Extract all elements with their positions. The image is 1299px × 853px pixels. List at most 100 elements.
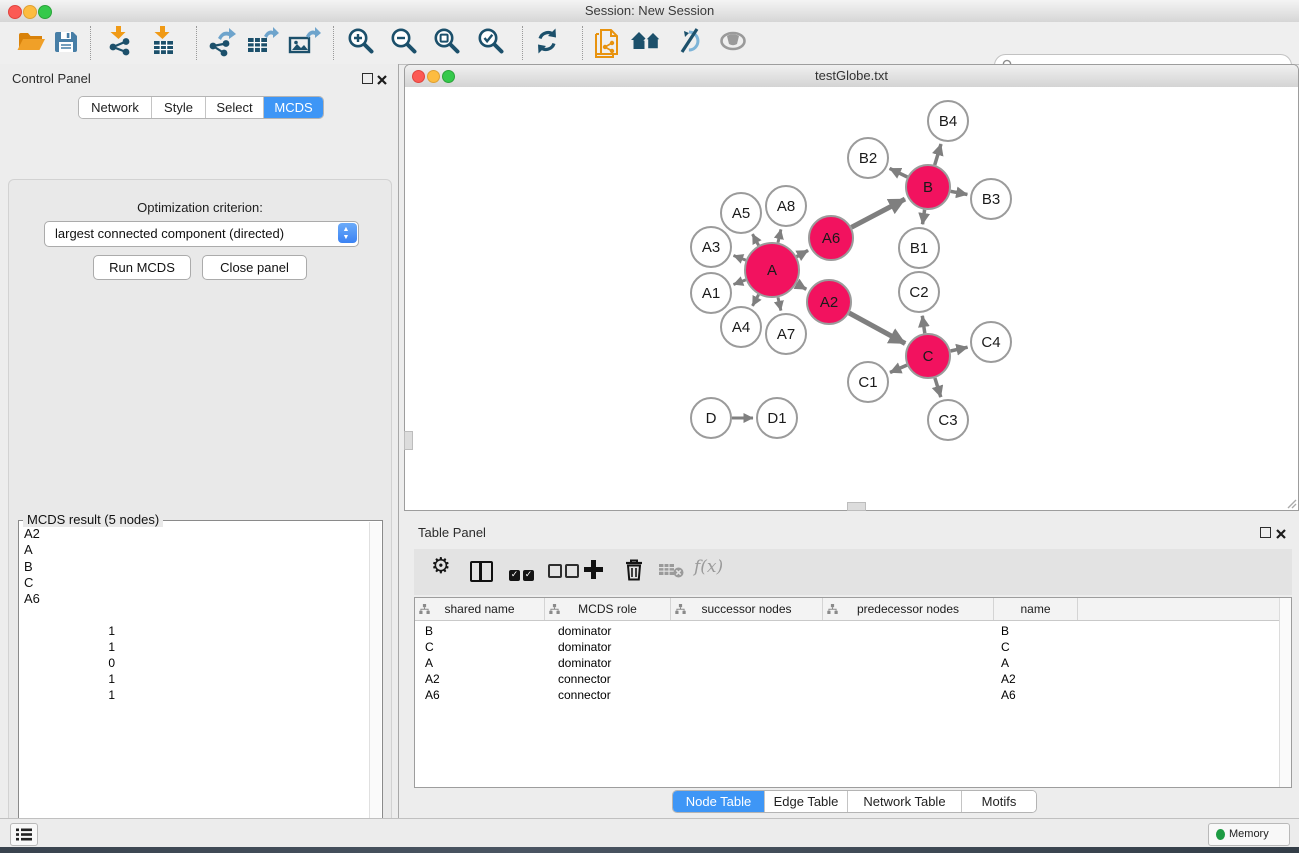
zoom-fit-icon[interactable] — [433, 27, 463, 59]
export-table-icon[interactable] — [246, 26, 276, 58]
network-window-titlebar[interactable]: testGlobe.txt — [405, 65, 1298, 88]
cell-mcds-role: dominator — [558, 624, 611, 638]
resize-grip-icon[interactable] — [1285, 497, 1297, 509]
hierarchy-icon — [419, 604, 430, 615]
deselect-all-icon[interactable] — [548, 564, 582, 592]
result-item[interactable]: A — [24, 542, 40, 558]
tab-select[interactable]: Select — [206, 97, 264, 118]
tab-mcds[interactable]: MCDS — [264, 97, 323, 118]
cell-predecessor: 0 — [108, 656, 115, 670]
cell-name: C — [1001, 640, 1010, 654]
criterion-dropdown[interactable]: largest connected component (directed) ▲… — [44, 221, 359, 247]
cell-name: A6 — [1001, 688, 1016, 702]
column-header-mcds-role[interactable]: MCDS role — [545, 598, 671, 620]
export-image-icon[interactable] — [288, 26, 318, 58]
zoom-window-button[interactable] — [38, 5, 52, 19]
settings-gear-icon[interactable]: ⚙ — [431, 554, 451, 582]
function-builder-icon[interactable]: f(x) — [694, 557, 723, 585]
result-item[interactable]: B — [24, 559, 40, 575]
cell-mcds-role: dominator — [558, 656, 611, 670]
hierarchy-icon — [549, 604, 560, 615]
show-view-icon[interactable] — [719, 30, 749, 62]
result-item[interactable]: C — [24, 575, 40, 591]
select-all-icon[interactable]: ✓✓ — [509, 564, 537, 592]
tab-node-table[interactable]: Node Table — [673, 791, 765, 812]
add-column-icon[interactable] — [584, 560, 603, 579]
delete-column-icon[interactable] — [624, 558, 644, 586]
network-canvas-svg[interactable]: AA6A2BCA1A3A4A5A7A8B1B2B3B4C1C2C3C4DD1 — [405, 87, 1298, 510]
column-header-name[interactable]: name — [994, 598, 1078, 620]
tab-network-table[interactable]: Network Table — [848, 791, 962, 812]
toolbar-separator — [196, 26, 197, 60]
export-network-icon[interactable] — [206, 26, 236, 58]
svg-text:B4: B4 — [939, 113, 957, 130]
cell-shared-name: A6 — [425, 688, 440, 702]
network-view-window: testGlobe.txt AA6A2BCA1A3A4A5A7A8B1B2B3B… — [404, 64, 1299, 511]
save-session-icon[interactable] — [52, 27, 82, 59]
tab-style[interactable]: Style — [152, 97, 206, 118]
result-item[interactable]: A6 — [24, 591, 40, 607]
network-window-title: testGlobe.txt — [405, 65, 1298, 87]
close-panel-button[interactable]: Close panel — [202, 255, 307, 280]
memory-button[interactable]: Memory — [1208, 823, 1290, 846]
svg-text:A6: A6 — [822, 230, 840, 247]
clone-network-icon[interactable] — [592, 25, 622, 57]
column-label: MCDS role — [578, 602, 637, 616]
svg-text:C: C — [923, 348, 934, 365]
memory-status-icon — [1216, 829, 1225, 840]
tab-edge-table[interactable]: Edge Table — [765, 791, 848, 812]
close-window-button[interactable] — [8, 5, 22, 19]
hierarchy-icon — [827, 604, 838, 615]
cell-mcds-role: connector — [558, 688, 611, 702]
dropdown-stepper-icon: ▲▼ — [338, 223, 357, 243]
optimization-criterion-label: Optimization criterion: — [9, 200, 391, 215]
zoom-in-icon[interactable] — [347, 27, 377, 59]
table-scrollbar[interactable] — [1279, 598, 1291, 787]
close-panel-icon[interactable] — [377, 72, 387, 90]
result-scrollbar[interactable] — [369, 522, 381, 853]
main-toolbar — [0, 22, 1299, 65]
svg-text:A1: A1 — [702, 285, 720, 302]
mcds-result-title: MCDS result (5 nodes) — [23, 512, 163, 527]
zoom-out-icon[interactable] — [390, 27, 420, 59]
criterion-value: largest connected component (directed) — [55, 222, 284, 246]
open-session-icon[interactable] — [16, 27, 46, 59]
import-network-icon[interactable] — [105, 25, 135, 57]
svg-text:B2: B2 — [859, 150, 877, 167]
minimize-window-button[interactable] — [23, 5, 37, 19]
column-header-shared-name[interactable]: shared name — [415, 598, 545, 620]
tab-motifs[interactable]: Motifs — [962, 791, 1036, 812]
toolbar-separator — [333, 26, 334, 60]
table-tabs: Node Table Edge Table Network Table Moti… — [672, 790, 1037, 813]
cell-mcds-role: connector — [558, 672, 611, 686]
column-header-predecessor-nodes[interactable]: predecessor nodes — [823, 598, 994, 620]
float-panel-icon[interactable] — [362, 73, 373, 84]
cytoscape-window: Session: New Session — [0, 0, 1299, 853]
float-table-panel-icon[interactable] — [1260, 527, 1271, 538]
task-history-button[interactable] — [10, 823, 38, 846]
cell-shared-name: C — [425, 640, 434, 654]
toolbar-separator — [90, 26, 91, 60]
table-toolbar: ⚙ ✓✓ f(x) — [414, 549, 1292, 595]
refresh-layout-icon[interactable] — [533, 27, 563, 59]
svg-text:A8: A8 — [777, 198, 795, 215]
import-table-icon[interactable] — [149, 25, 179, 57]
minimize-network-button[interactable] — [427, 70, 440, 83]
zoom-network-button[interactable] — [442, 70, 455, 83]
close-network-button[interactable] — [412, 70, 425, 83]
column-label: successor nodes — [701, 602, 791, 616]
delete-table-icon[interactable] — [659, 563, 685, 591]
hide-annotations-icon[interactable] — [676, 27, 706, 59]
run-mcds-button[interactable]: Run MCDS — [93, 255, 191, 280]
result-item[interactable]: A2 — [24, 526, 40, 542]
column-header-successor-nodes[interactable]: successor nodes — [671, 598, 823, 620]
control-panel: Control Panel Network Style Select MCDS … — [0, 64, 399, 818]
show-column-icon[interactable] — [470, 561, 493, 589]
left-splitter-handle[interactable] — [404, 431, 413, 450]
close-table-panel-icon[interactable] — [1276, 526, 1286, 544]
tab-network[interactable]: Network — [79, 97, 152, 118]
bottom-splitter-handle[interactable] — [847, 502, 866, 511]
mcds-result-list[interactable]: A2 A B C A6 — [21, 526, 40, 607]
home-view-icon[interactable] — [630, 28, 660, 60]
zoom-selected-icon[interactable] — [477, 27, 507, 59]
